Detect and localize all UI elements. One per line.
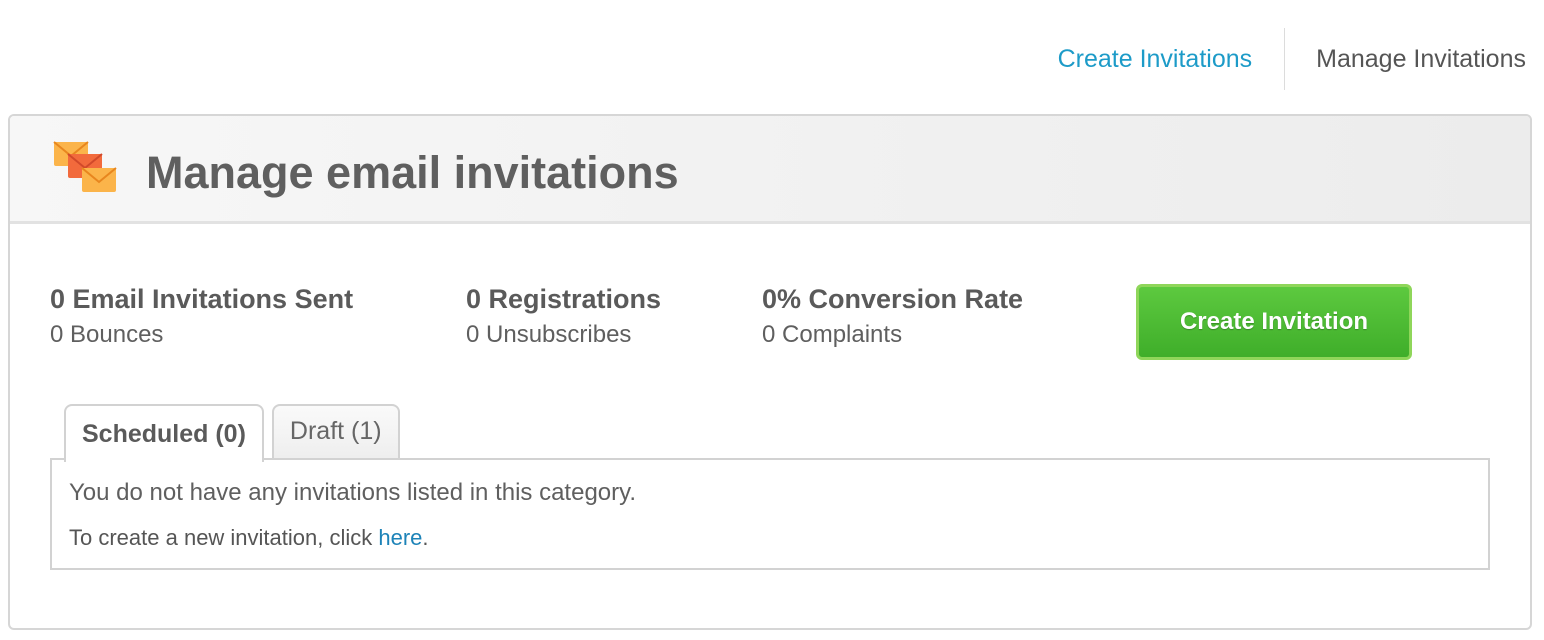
invitation-tabs: Scheduled (0) Draft (1) <box>64 402 400 462</box>
create-hint: To create a new invitation, click here. <box>69 524 1488 552</box>
hint-prefix: To create a new invitation, click <box>69 525 379 550</box>
stat-sub-text: 0 Bounces <box>50 321 164 348</box>
stat-invitations-sent: 0 Email Invitations Sent 0 Bounces <box>50 282 353 350</box>
envelopes-icon <box>53 141 117 192</box>
stat-conversion-rate: 0% Conversion Rate 0 Complaints <box>762 282 1023 350</box>
stat-main-text: 0% Conversion Rate <box>762 284 1024 314</box>
manage-invitations-link[interactable]: Manage Invitations <box>1285 28 1526 74</box>
here-link[interactable]: here <box>378 525 422 550</box>
page-title: Manage email invitations <box>146 147 679 198</box>
stat-sub-text: 0 Unsubscribes <box>466 321 632 348</box>
stat-main-text: 0 Registrations <box>466 284 662 314</box>
top-navigation: Create Invitations Manage Invitations <box>1058 28 1526 90</box>
invitations-panel: Manage email invitations 0 Email Invitat… <box>8 114 1532 630</box>
hint-suffix: . <box>422 525 429 550</box>
stat-registrations: 0 Registrations 0 Unsubscribes <box>466 282 661 350</box>
create-invitation-button[interactable]: Create Invitation <box>1136 284 1412 360</box>
tab-content-area: You do not have any invitations listed i… <box>50 458 1490 570</box>
stat-main-text: 0 Email Invitations Sent <box>50 284 354 314</box>
empty-state-message: You do not have any invitations listed i… <box>69 479 637 506</box>
tab-scheduled[interactable]: Scheduled (0) <box>64 404 264 462</box>
panel-header: Manage email invitations <box>10 116 1530 224</box>
stat-sub-text: 0 Complaints <box>762 321 903 348</box>
tab-draft[interactable]: Draft (1) <box>271 404 400 460</box>
create-invitations-link[interactable]: Create Invitations <box>1058 28 1285 74</box>
